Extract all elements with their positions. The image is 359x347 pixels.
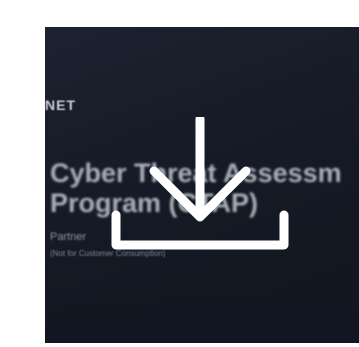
brand-logo-text: NET bbox=[45, 97, 76, 113]
download-icon[interactable] bbox=[110, 117, 290, 253]
document-subtitle: Partner bbox=[50, 231, 87, 243]
page: NET Cyber Threat Assessm Program (CTAP) … bbox=[0, 0, 359, 347]
